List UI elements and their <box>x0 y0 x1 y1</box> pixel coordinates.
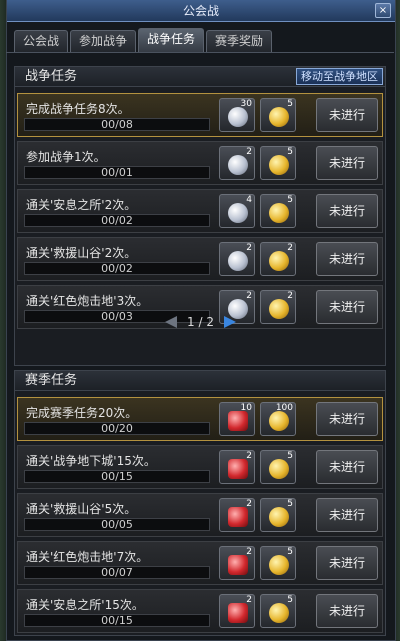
season-task-row[interactable]: 通关'红色炮击地'7次。 00/07 2 5 未进行 <box>17 541 383 585</box>
war-tasks-title: 战争任务 <box>25 69 78 84</box>
task-name: 通关'救援山谷'2次。 <box>26 246 137 260</box>
status-button[interactable]: 未进行 <box>316 594 378 628</box>
task-name: 通关'战争地下城'15次。 <box>26 454 156 468</box>
reward-red-token-icon[interactable]: 2 <box>219 546 255 580</box>
season-tasks-title: 赛季任务 <box>25 373 78 388</box>
task-name: 通关'安息之所'15次。 <box>26 598 144 612</box>
tab-bar: 公会战 参加战争 战争任务 赛季奖励 <box>14 28 273 52</box>
war-task-row[interactable]: 参加战争1次。 00/01 2 5 未进行 <box>17 141 383 185</box>
tab-season-rewards[interactable]: 赛季奖励 <box>206 30 273 52</box>
reward-gold-coin-icon[interactable]: 5 <box>260 450 296 484</box>
reward-gold-coin-icon[interactable]: 2 <box>260 242 296 276</box>
progress-bar: 00/05 <box>24 518 210 531</box>
reward-red-token-icon[interactable]: 10 <box>219 402 255 436</box>
reward-red-token-icon[interactable]: 2 <box>219 594 255 628</box>
reward-gold-coin-icon[interactable]: 5 <box>260 498 296 532</box>
war-task-row[interactable]: 通关'安息之所'2次。 00/02 4 5 未进行 <box>17 189 383 233</box>
pagination: 1 / 2 <box>165 315 236 329</box>
tab-guild-war[interactable]: 公会战 <box>14 30 69 52</box>
progress-bar: 00/02 <box>24 262 210 275</box>
task-name: 通关'救援山谷'5次。 <box>26 502 137 516</box>
war-tasks-panel: 战争任务 移动至战争地区 完成战争任务8次。 00/08 30 5 未进行 参加… <box>14 66 386 366</box>
progress-bar: 00/15 <box>24 470 210 483</box>
task-name: 完成战争任务8次。 <box>26 102 130 116</box>
prev-page-icon[interactable] <box>165 316 177 328</box>
reward-gold-coin-icon[interactable]: 100 <box>260 402 296 436</box>
season-tasks-header: 赛季任务 <box>15 371 385 391</box>
next-page-icon[interactable] <box>223 316 236 328</box>
tab-join-war[interactable]: 参加战争 <box>70 30 137 52</box>
status-button[interactable]: 未进行 <box>316 290 378 324</box>
reward-gold-coin-icon[interactable]: 5 <box>260 146 296 180</box>
tab-divider <box>6 52 394 53</box>
reward-gold-coin-icon[interactable]: 5 <box>260 194 296 228</box>
pager-text: 1 / 2 <box>187 315 214 329</box>
war-tasks-header: 战争任务 移动至战争地区 <box>15 67 385 87</box>
war-task-row[interactable]: 完成战争任务8次。 00/08 30 5 未进行 <box>17 93 383 137</box>
reward-red-token-icon[interactable]: 2 <box>219 498 255 532</box>
task-name: 参加战争1次。 <box>26 150 106 164</box>
status-button[interactable]: 未进行 <box>316 98 378 132</box>
reward-gold-coin-icon[interactable]: 5 <box>260 594 296 628</box>
title-bar[interactable]: 公会战 × <box>7 0 395 22</box>
status-button[interactable]: 未进行 <box>316 546 378 580</box>
season-task-row[interactable]: 通关'救援山谷'5次。 00/05 2 5 未进行 <box>17 493 383 537</box>
status-button[interactable]: 未进行 <box>316 194 378 228</box>
season-task-row[interactable]: 通关'安息之所'15次。 00/15 2 5 未进行 <box>17 589 383 633</box>
season-task-row[interactable]: 完成赛季任务20次。 00/20 10 100 未进行 <box>17 397 383 441</box>
reward-silver-orb-icon[interactable]: 2 <box>219 146 255 180</box>
close-icon[interactable]: × <box>375 3 391 18</box>
reward-silver-orb-icon[interactable]: 2 <box>219 242 255 276</box>
status-button[interactable]: 未进行 <box>316 146 378 180</box>
task-name: 通关'红色炮击地'7次。 <box>26 550 149 564</box>
reward-red-token-icon[interactable]: 2 <box>219 450 255 484</box>
status-button[interactable]: 未进行 <box>316 498 378 532</box>
progress-bar: 00/07 <box>24 566 210 579</box>
progress-bar: 00/02 <box>24 214 210 227</box>
reward-gold-coin-icon[interactable]: 5 <box>260 98 296 132</box>
progress-bar: 00/20 <box>24 422 210 435</box>
move-to-war-area-button[interactable]: 移动至战争地区 <box>296 68 383 85</box>
status-button[interactable]: 未进行 <box>316 402 378 436</box>
task-name: 完成赛季任务20次。 <box>26 406 138 420</box>
task-name: 通关'红色炮击地'3次。 <box>26 294 149 308</box>
task-name: 通关'安息之所'2次。 <box>26 198 137 212</box>
reward-gold-coin-icon[interactable]: 5 <box>260 546 296 580</box>
tab-war-tasks[interactable]: 战争任务 <box>138 28 205 52</box>
reward-silver-orb-icon[interactable]: 4 <box>219 194 255 228</box>
progress-bar: 00/15 <box>24 614 210 627</box>
season-tasks-panel: 赛季任务 完成赛季任务20次。 00/20 10 100 未进行 通关'战争地下… <box>14 370 386 636</box>
war-task-row[interactable]: 通关'救援山谷'2次。 00/02 2 2 未进行 <box>17 237 383 281</box>
window-title: 公会战 <box>182 4 219 18</box>
reward-gold-coin-icon[interactable]: 2 <box>260 290 296 324</box>
status-button[interactable]: 未进行 <box>316 242 378 276</box>
progress-bar: 00/08 <box>24 118 210 131</box>
status-button[interactable]: 未进行 <box>316 450 378 484</box>
progress-bar: 00/01 <box>24 166 210 179</box>
season-task-row[interactable]: 通关'战争地下城'15次。 00/15 2 5 未进行 <box>17 445 383 489</box>
reward-silver-orb-icon[interactable]: 30 <box>219 98 255 132</box>
